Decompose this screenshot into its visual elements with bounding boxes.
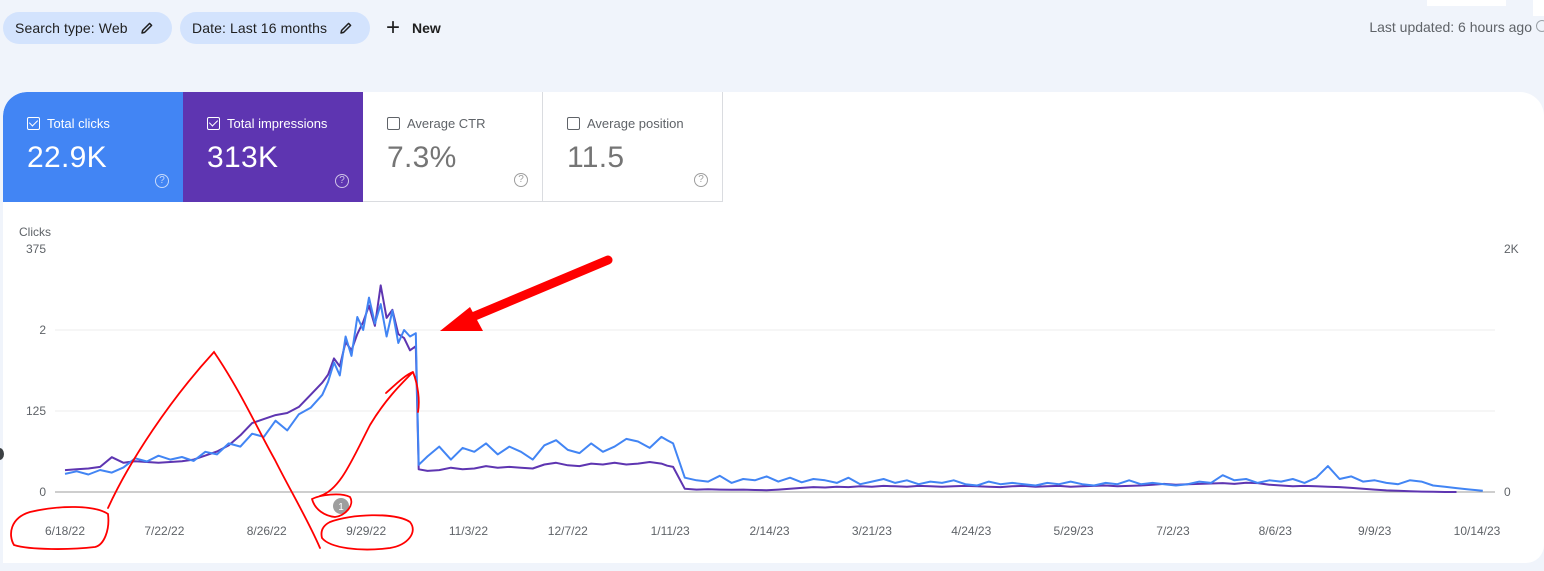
help-icon[interactable]: ? xyxy=(514,173,528,187)
search-type-filter-chip[interactable]: Search type: Web xyxy=(3,12,172,44)
checkbox-unchecked-icon[interactable] xyxy=(387,117,400,130)
metric-label: Average CTR xyxy=(407,116,486,131)
metric-total-clicks[interactable]: Total clicks 22.9K ? xyxy=(3,92,183,202)
info-icon[interactable] xyxy=(1536,20,1544,32)
metric-value: 313K xyxy=(207,141,279,174)
metric-total-impressions[interactable]: Total impressions 313K ? xyxy=(183,92,363,202)
metric-value: 7.3% xyxy=(387,141,457,174)
performance-card: Total clicks 22.9K ? Total impressions 3… xyxy=(3,92,1544,563)
help-icon[interactable]: ? xyxy=(335,174,349,188)
metric-value: 22.9K xyxy=(27,141,107,174)
metric-value: 11.5 xyxy=(567,141,625,174)
metric-label: Total clicks xyxy=(47,116,110,131)
toolbar-fragment xyxy=(1533,0,1544,16)
help-icon[interactable]: ? xyxy=(694,173,708,187)
pencil-icon xyxy=(140,22,152,34)
toolbar-fragment xyxy=(1427,0,1506,6)
metric-average-ctr[interactable]: Average CTR 7.3% ? xyxy=(363,92,543,202)
date-filter-label: Date: Last 16 months xyxy=(192,20,328,36)
metric-average-position[interactable]: Average position 11.5 ? xyxy=(543,92,723,202)
date-filter-chip[interactable]: Date: Last 16 months xyxy=(180,12,370,44)
checkbox-checked-icon[interactable] xyxy=(27,117,40,130)
last-updated-text: Last updated: 6 hours ago xyxy=(1369,19,1532,35)
pencil-icon xyxy=(340,22,352,34)
metric-label: Average position xyxy=(587,116,684,131)
new-filter-label: New xyxy=(412,20,441,36)
checkbox-checked-icon[interactable] xyxy=(207,117,220,130)
metric-label: Total impressions xyxy=(227,116,328,131)
new-filter-button[interactable]: + New xyxy=(386,12,441,44)
filter-bar: Search type: Web Date: Last 16 months + … xyxy=(0,0,1544,60)
search-type-label: Search type: Web xyxy=(15,20,128,36)
checkbox-unchecked-icon[interactable] xyxy=(567,117,580,130)
plus-icon: + xyxy=(386,14,401,41)
help-icon[interactable]: ? xyxy=(155,174,169,188)
